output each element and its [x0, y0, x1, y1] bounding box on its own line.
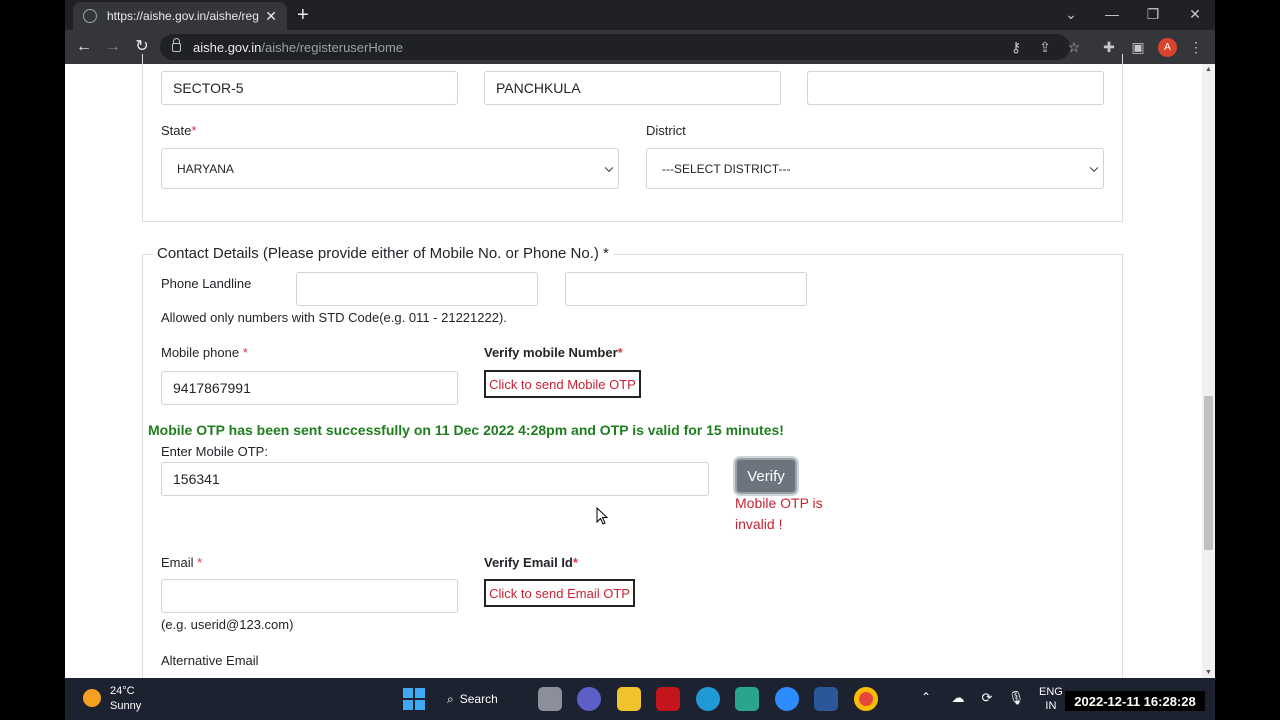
required-mark: *	[242, 345, 248, 360]
edge-icon[interactable]	[696, 687, 720, 711]
std-code-input[interactable]	[296, 272, 538, 306]
verify-mobile-label-text: Verify mobile Number	[484, 345, 618, 360]
tab-search-icon[interactable]: ⌄	[1059, 4, 1083, 24]
phone-help-text: Allowed only numbers with STD Code(e.g. …	[161, 310, 507, 325]
search-icon: ⌕	[447, 691, 454, 706]
browser-tab[interactable]: https://aishe.gov.in/aishe/registe ✕	[73, 2, 287, 30]
chevron-down-icon	[1089, 163, 1099, 172]
district-select-value: ---SELECT DISTRICT---	[662, 161, 791, 176]
windows-logo-pane	[415, 688, 425, 698]
mobile-input[interactable]: 9417867991	[161, 371, 458, 405]
send-email-otp-button[interactable]: Click to send Email OTP	[484, 579, 635, 607]
chevron-up-icon[interactable]: ⌃	[921, 690, 931, 704]
required-mark: *	[197, 555, 203, 570]
required-mark: *	[191, 123, 197, 138]
alternative-email-label: Alternative Email	[161, 653, 259, 668]
otp-success-message: Mobile OTP has been sent successfully on…	[148, 422, 784, 438]
back-icon[interactable]: ←	[73, 36, 95, 58]
phone-number-input[interactable]	[565, 272, 807, 306]
mcafee-icon[interactable]	[656, 687, 680, 711]
minimize-icon[interactable]: —	[1100, 4, 1124, 24]
required-mark: *	[572, 555, 578, 570]
file-explorer-icon[interactable]	[617, 687, 641, 711]
language-code: ENG	[1039, 686, 1063, 698]
weather-temperature[interactable]: 24°C	[110, 685, 135, 697]
chrome-icon[interactable]	[854, 687, 878, 711]
page-scrollbar[interactable]: ▲ ▼	[1202, 64, 1215, 678]
browser-window: https://aishe.gov.in/aishe/registe ✕ + ⌄…	[65, 0, 1215, 678]
otp-error-line-2: invalid !	[735, 516, 783, 532]
verify-mobile-label: Verify mobile Number*	[484, 345, 623, 360]
weather-condition[interactable]: Sunny	[110, 700, 141, 712]
district-label: District	[646, 123, 686, 138]
lock-icon[interactable]	[172, 37, 181, 52]
sync-icon[interactable]: ⟳	[978, 690, 996, 706]
verify-email-label: Verify Email Id*	[484, 555, 578, 570]
microphone-icon[interactable]: 🎙	[1007, 690, 1025, 706]
task-view-icon[interactable]	[538, 687, 562, 711]
teams-chat-icon[interactable]	[577, 687, 601, 711]
contact-legend: Contact Details (Please provide either o…	[153, 245, 613, 262]
state-select[interactable]: HARYANA	[161, 148, 619, 189]
mouse-cursor-icon	[596, 507, 608, 525]
profile-avatar[interactable]: A	[1158, 38, 1177, 57]
windows-taskbar: 24°C Sunny ⌕ Search ⌃ ☁ ⟳ 🎙 ENG IN 2022-…	[65, 678, 1215, 720]
otp-error-line-1: Mobile OTP is	[735, 495, 823, 511]
district-select[interactable]: ---SELECT DISTRICT---	[646, 148, 1104, 189]
email-help-text: (e.g. userid@123.com)	[161, 617, 294, 632]
verify-email-label-text: Verify Email Id	[484, 555, 573, 570]
scrollbar-thumb[interactable]	[1204, 396, 1213, 550]
required-mark: *	[617, 345, 623, 360]
tab-close-icon[interactable]: ✕	[265, 8, 277, 25]
mobile-label: Mobile phone *	[161, 345, 248, 360]
start-button[interactable]	[403, 688, 425, 710]
taskbar-search-label: Search	[459, 692, 498, 706]
menu-icon[interactable]: ⋮	[1186, 38, 1206, 56]
webex-icon[interactable]	[735, 687, 759, 711]
verify-otp-button[interactable]: Verify	[735, 458, 797, 494]
windows-logo-pane	[403, 688, 413, 698]
region-code: IN	[1045, 700, 1057, 712]
date-time-overlay: 2022-12-11 16:28:28	[1065, 691, 1205, 711]
mobile-label-text: Mobile phone	[161, 345, 240, 360]
address-line-input[interactable]: SECTOR-5	[161, 71, 458, 105]
taskbar-search-button[interactable]: ⌕ Search	[447, 687, 517, 711]
city-input[interactable]: PANCHKULA	[484, 71, 781, 105]
phone-landline-label: Phone Landline	[161, 276, 252, 291]
url-domain: aishe.gov.in	[193, 39, 262, 55]
word-icon[interactable]	[814, 687, 838, 711]
email-label-text: Email	[161, 555, 194, 570]
url-path: /aishe/registeruserHome	[261, 39, 404, 55]
state-select-value: HARYANA	[177, 161, 234, 176]
zoom-icon[interactable]	[775, 687, 799, 711]
pincode-input[interactable]	[807, 71, 1104, 105]
chevron-down-icon	[604, 163, 614, 172]
scroll-up-icon[interactable]: ▲	[1205, 66, 1212, 73]
tab-strip: https://aishe.gov.in/aishe/registe ✕ + ⌄…	[65, 0, 1215, 30]
globe-icon	[83, 9, 97, 23]
otp-input[interactable]: 156341	[161, 462, 709, 496]
scroll-down-icon[interactable]: ▼	[1205, 669, 1212, 676]
restore-icon[interactable]: ❐	[1141, 4, 1165, 24]
email-input[interactable]	[161, 579, 458, 613]
send-mobile-otp-button[interactable]: Click to send Mobile OTP	[484, 370, 641, 398]
onedrive-icon[interactable]: ☁	[949, 690, 967, 706]
forward-icon[interactable]: →	[102, 36, 124, 58]
registration-page: SECTOR-5 PANCHKULA State* HARYANA Distri…	[65, 54, 1215, 678]
close-window-icon[interactable]: ✕	[1183, 4, 1207, 24]
enter-otp-label: Enter Mobile OTP:	[161, 444, 268, 459]
state-label-text: State	[161, 123, 192, 138]
windows-logo-pane	[403, 700, 413, 710]
otp-error-message: Mobile OTP is invalid !	[735, 493, 823, 535]
language-indicator[interactable]: ENG IN	[1039, 685, 1063, 713]
state-label: State*	[161, 123, 196, 138]
new-tab-button[interactable]: +	[297, 4, 309, 26]
tab-title: https://aishe.gov.in/aishe/registe	[107, 9, 259, 23]
windows-logo-pane	[415, 700, 425, 710]
email-label: Email *	[161, 555, 202, 570]
sun-icon[interactable]	[83, 689, 101, 707]
side-panel-icon[interactable]: ▣	[1128, 38, 1148, 56]
